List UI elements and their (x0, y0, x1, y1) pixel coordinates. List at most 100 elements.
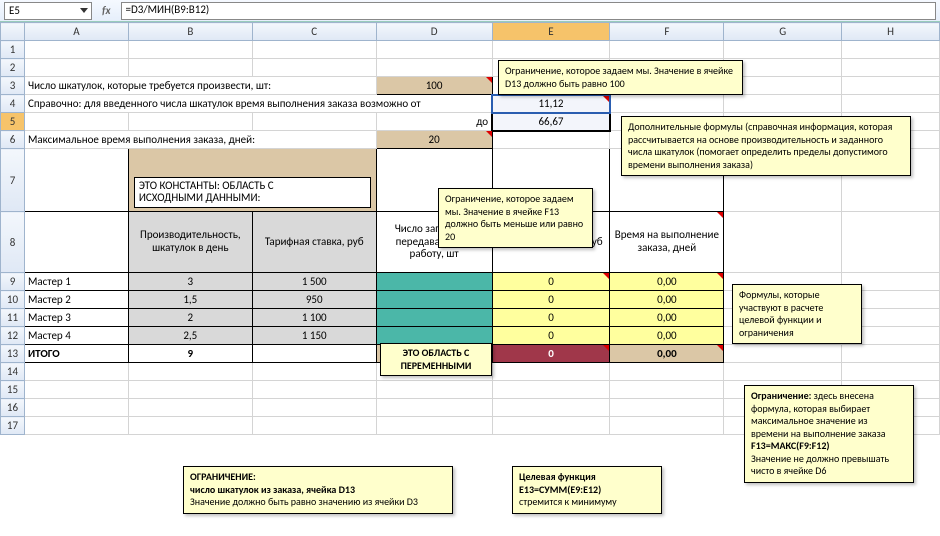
col-C[interactable]: C (252, 23, 376, 41)
m4-cost: 0 (548, 329, 554, 342)
m3-name: Мастер 3 (28, 311, 71, 324)
cell-C13[interactable] (252, 345, 376, 363)
formula-input[interactable]: =D3/МИН(B9:B12) (121, 2, 936, 20)
m1-rate: 1 500 (302, 275, 327, 288)
comment-e4: Дополнительные формулы (справочная инфор… (621, 116, 911, 176)
cell-A10[interactable]: Мастер 2 (24, 291, 128, 309)
cell-B10[interactable]: 1,5 (128, 291, 252, 309)
col-H[interactable]: H (842, 23, 940, 41)
cell-A3[interactable]: Число шкатулок, которые требуется произв… (24, 77, 376, 95)
row-1[interactable]: 1 (1, 41, 25, 59)
cell-F12[interactable]: 0,00 (610, 327, 724, 345)
col-A[interactable]: A (24, 23, 128, 41)
comment-d6-text: Ограничение, которое задаем мы. Значение… (445, 192, 583, 243)
comment-e13: Целевая функция E13=СУММ(E9:E12) стремит… (512, 466, 662, 514)
cell-F11[interactable]: 0,00 (610, 309, 724, 327)
cell-D10[interactable] (376, 291, 492, 309)
cell-E5-active[interactable]: 66,67 (492, 113, 610, 131)
m2-prod: 1,5 (183, 293, 197, 306)
name-box[interactable]: E5 (4, 2, 92, 20)
cell-F10[interactable]: 0,00 (610, 291, 724, 309)
comment-f13: Ограничение: здесь внесена формула, кото… (744, 385, 914, 483)
row-15[interactable]: 15 (1, 381, 25, 399)
row-16[interactable]: 16 (1, 399, 25, 417)
cell-A13[interactable]: ИТОГО (24, 345, 128, 363)
row-10[interactable]: 10 (1, 291, 25, 309)
m4-time: 0,00 (657, 329, 676, 342)
cell-F9[interactable]: 0,00 (610, 273, 724, 291)
row-14[interactable]: 14 (1, 363, 25, 381)
total-f: 0,00 (657, 347, 677, 360)
hdr-f-text: Время на выполнение заказа, дней (615, 228, 719, 254)
m4-name: Мастер 4 (28, 329, 71, 342)
cell-B9[interactable]: 3 (128, 273, 252, 291)
cell-F13[interactable]: 0,00 (610, 345, 724, 363)
cell-E12[interactable]: 0 (492, 327, 610, 345)
cell-A4[interactable]: Справочно: для введенного числа шкатулок… (24, 95, 492, 113)
cell-C11[interactable]: 1 100 (252, 309, 376, 327)
row-5[interactable]: 5 (1, 113, 25, 131)
const-note-l2: ИСХОДНЫМИ ДАННЫМИ: (139, 191, 261, 204)
cell-C10[interactable]: 950 (252, 291, 376, 309)
cell-E11[interactable]: 0 (492, 309, 610, 327)
row-6[interactable]: 6 (1, 131, 25, 149)
fx-icon[interactable]: fx (96, 4, 117, 17)
col-F[interactable]: F (610, 23, 724, 41)
cell-D3[interactable]: 100 (376, 77, 492, 95)
m2-cost: 0 (548, 293, 554, 306)
cell-B13[interactable]: 9 (128, 345, 252, 363)
hdr-F8[interactable]: Время на выполнение заказа, дней (610, 212, 724, 273)
col-G[interactable]: G (724, 23, 842, 41)
hdr-C8[interactable]: Тарифная ставка, руб (252, 212, 376, 273)
cell-E13[interactable]: 0 (492, 345, 610, 363)
cell-D12[interactable] (376, 327, 492, 345)
row-17[interactable]: 17 (1, 417, 25, 435)
cell-C9[interactable]: 1 500 (252, 273, 376, 291)
row-8[interactable]: 8 (1, 212, 25, 273)
m3-time: 0,00 (657, 311, 676, 324)
cell-D5[interactable]: до (376, 113, 492, 131)
row-11[interactable]: 11 (1, 309, 25, 327)
col-B[interactable]: B (128, 23, 252, 41)
col-D[interactable]: D (376, 23, 492, 41)
row-12[interactable]: 12 (1, 327, 25, 345)
value-D3: 100 (426, 79, 443, 92)
formula-text: =D3/МИН(B9:B12) (126, 3, 210, 16)
cell-C12[interactable]: 1 150 (252, 327, 376, 345)
cell-A6[interactable]: Максимальное время выполнения заказа, дн… (24, 131, 376, 149)
cell-D6[interactable]: 20 (376, 131, 492, 149)
label-A3: Число шкатулок, которые требуется произв… (28, 79, 271, 92)
cell-D11[interactable] (376, 309, 492, 327)
m1-time: 0,00 (657, 275, 676, 288)
cell-A11[interactable]: Мастер 3 (24, 309, 128, 327)
comment-f13-tail: Значение не должно превышать чисто в яче… (751, 452, 889, 478)
cell-E4[interactable]: 11,12 (492, 95, 610, 113)
row-13[interactable]: 13 (1, 345, 25, 363)
m3-prod: 2 (188, 311, 194, 324)
select-all-corner[interactable] (1, 23, 25, 41)
var-l1: ЭТО ОБЛАСТЬ С (403, 346, 470, 359)
hdr-B8[interactable]: Производительность, шкатулок в день (128, 212, 252, 273)
comment-d3: Ограничение, которое задаем мы. Значение… (498, 60, 743, 95)
comment-e4-text: Дополнительные формулы (справочная инфор… (628, 120, 892, 171)
cell-E9[interactable]: 0 (492, 273, 610, 291)
cell-A12[interactable]: Мастер 4 (24, 327, 128, 345)
m2-time: 0,00 (657, 293, 676, 306)
row-3[interactable]: 3 (1, 77, 25, 95)
comment-e13-body: стремится к минимуму (519, 495, 617, 508)
total-e: 0 (548, 347, 554, 360)
cell-E10[interactable]: 0 (492, 291, 610, 309)
m3-cost: 0 (548, 311, 554, 324)
cell-B11[interactable]: 2 (128, 309, 252, 327)
cell-A9[interactable]: Мастер 1 (24, 273, 128, 291)
row-4[interactable]: 4 (1, 95, 25, 113)
cell-D9[interactable] (376, 273, 492, 291)
worksheet: A B C D E F G H 1 2 3 Число шкатулок, ко… (0, 22, 940, 435)
cell-B12[interactable]: 2,5 (128, 327, 252, 345)
col-E[interactable]: E (492, 23, 610, 41)
row-9[interactable]: 9 (1, 273, 25, 291)
comment-f13-title: Ограничение: (751, 389, 811, 402)
row-2[interactable]: 2 (1, 59, 25, 77)
variable-area-overlay: ЭТО ОБЛАСТЬ С ПЕРЕМЕННЫМИ (380, 343, 492, 376)
row-7[interactable]: 7 (1, 149, 25, 212)
